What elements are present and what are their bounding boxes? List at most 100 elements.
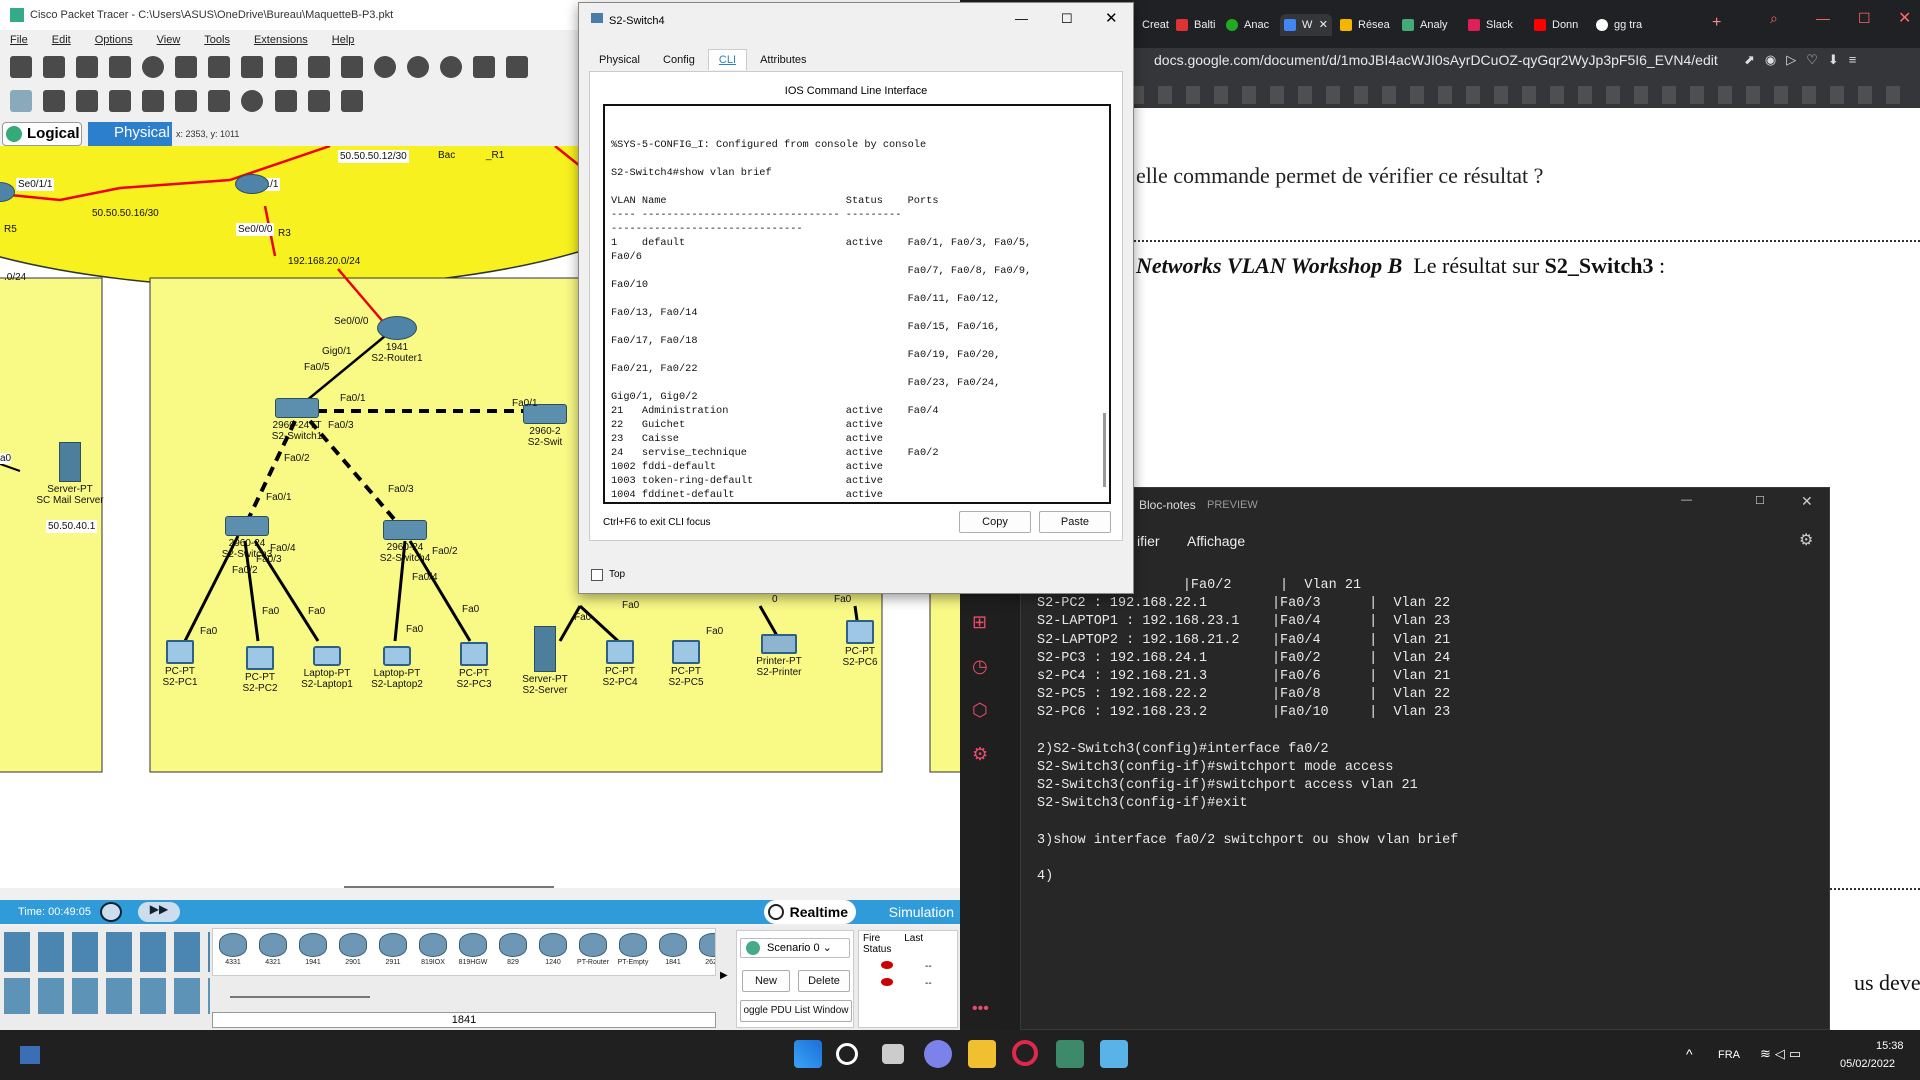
device-model-tile[interactable]: PT-Router <box>575 931 611 971</box>
host-pc4[interactable]: PC-PT S2-PC4 <box>590 640 650 688</box>
simulation-mode-button[interactable]: Simulation <box>862 900 958 924</box>
menu-item-help[interactable]: Help <box>332 34 355 46</box>
side-panel-icons[interactable]: ⊞ ◷ ⬡ ⚙ <box>972 600 988 776</box>
rectangle-icon[interactable] <box>208 90 231 112</box>
menu-item-extensions[interactable]: Extensions <box>254 34 308 46</box>
server-mail[interactable]: Server-PT SC Mail Server <box>30 442 110 506</box>
device-model-tile[interactable]: 4321 <box>255 931 291 971</box>
wizard-icon[interactable] <box>208 56 231 78</box>
select-icon[interactable] <box>10 90 32 112</box>
zoom-in-icon[interactable] <box>373 56 396 78</box>
device-model-scrollbar[interactable] <box>230 996 370 998</box>
menu-item-edit[interactable]: Edit <box>52 34 71 46</box>
chat-icon[interactable] <box>924 1040 952 1068</box>
tray-chevron-icon[interactable]: ^ <box>1686 1046 1693 1062</box>
device-model-tile[interactable]: 2901 <box>335 931 371 971</box>
browser-tab-8[interactable]: Donn <box>1530 14 1590 36</box>
device-model-tile[interactable]: 1941 <box>295 931 331 971</box>
settings-gear-icon[interactable]: ⚙ <box>1799 530 1813 550</box>
menu-item-tools[interactable]: Tools <box>204 34 230 46</box>
info-icon[interactable] <box>142 56 165 78</box>
router-s2-router1[interactable]: 1941 S2-Router1 <box>365 316 429 364</box>
print-icon[interactable] <box>109 56 132 78</box>
menu-item-options[interactable]: Options <box>95 34 133 46</box>
switch-s2-switch4[interactable]: 2960-24 S2-Switch4 <box>370 520 440 564</box>
line-icon[interactable] <box>175 90 198 112</box>
device-model-tile[interactable]: 2620 <box>695 931 715 971</box>
delete-scenario-button[interactable]: Delete <box>798 970 850 992</box>
zoom-reset-icon[interactable] <box>406 56 429 78</box>
new-tab-plus-icon[interactable]: + <box>1712 14 1721 32</box>
tab-cli[interactable]: CLI <box>707 49 748 70</box>
top-checkbox[interactable] <box>591 569 603 581</box>
host-pc3[interactable]: PC-PT S2-PC3 <box>444 642 504 690</box>
browser-tab-7[interactable]: Slack <box>1464 14 1528 36</box>
url-text[interactable]: docs.google.com/document/d/1moJBI4acWJI0… <box>1154 52 1718 68</box>
physical-tab[interactable]: Physical <box>88 122 172 146</box>
search-tabs-icon[interactable]: ⌕ <box>1770 10 1778 27</box>
freeform-icon[interactable] <box>274 90 297 112</box>
host-laptop1[interactable]: Laptop-PT S2-Laptop1 <box>292 646 362 690</box>
browser-tab-2[interactable]: Balti <box>1172 14 1220 36</box>
browser-tab-9[interactable]: gg tra <box>1592 14 1660 36</box>
complex-pdu-icon[interactable] <box>340 90 363 112</box>
close-icon[interactable]: ✕ <box>1801 493 1813 510</box>
device-model-tile[interactable]: 4331 <box>215 931 251 971</box>
host-pc5[interactable]: PC-PT S2-PC5 <box>656 640 716 688</box>
new-scenario-button[interactable]: New <box>742 970 790 992</box>
paste-icon[interactable] <box>274 56 297 78</box>
device-model-tile[interactable]: 829 <box>495 931 531 971</box>
maximize-icon[interactable]: ☐ <box>1061 11 1073 27</box>
maximize-icon[interactable]: ☐ <box>1858 10 1871 27</box>
host-pc1[interactable]: PC-PT S2-PC1 <box>150 640 210 688</box>
host-laptop2[interactable]: Laptop-PT S2-Laptop2 <box>362 646 432 690</box>
browser-tab-5[interactable]: Résea <box>1336 14 1396 36</box>
copy-icon[interactable] <box>241 56 264 78</box>
host-printer[interactable]: Printer-PT S2-Printer <box>744 634 814 678</box>
show-desktop-icon[interactable] <box>20 1046 40 1064</box>
host-pc6[interactable]: PC-PT S2-PC6 <box>830 620 890 668</box>
minimize-icon[interactable]: — <box>1015 11 1028 26</box>
search-icon[interactable] <box>836 1043 858 1065</box>
browser-tab-6[interactable]: Analy <box>1398 14 1462 36</box>
network-info-icon[interactable] <box>175 56 198 78</box>
device-model-tile[interactable]: 1240 <box>535 931 571 971</box>
fast-forward-icon[interactable]: ▶▶ <box>138 902 180 922</box>
file-explorer-icon[interactable] <box>968 1040 996 1068</box>
host-server[interactable]: Server-PT S2-Server <box>510 626 580 696</box>
notepad-taskbar-icon[interactable] <box>1100 1040 1128 1068</box>
opera-icon[interactable] <box>1012 1040 1038 1066</box>
device-model-tile[interactable]: 819HGW <box>455 931 491 971</box>
open-folder-icon[interactable] <box>43 56 66 78</box>
router-r5[interactable] <box>0 182 20 204</box>
browser-tab-3[interactable]: Anac <box>1222 14 1278 36</box>
task-view-icon[interactable] <box>882 1044 904 1064</box>
pdu-fire-dot-icon[interactable] <box>881 978 893 986</box>
bookmark-icons[interactable] <box>1130 86 1910 104</box>
save-icon[interactable] <box>76 56 99 78</box>
clock-time[interactable]: 15:38 <box>1876 1040 1904 1052</box>
device-model-tile[interactable]: PT-Empty <box>615 931 651 971</box>
horizontal-scrollbar[interactable] <box>344 886 554 888</box>
cli-scrollbar[interactable] <box>1103 413 1106 487</box>
menu-item-view[interactable]: View <box>157 34 181 46</box>
zoom-out-icon[interactable] <box>439 56 462 78</box>
device-model-tile[interactable]: 2911 <box>375 931 411 971</box>
drawing-palette-icon[interactable] <box>472 56 495 78</box>
copy-button[interactable]: Copy <box>959 511 1031 533</box>
router-r3[interactable] <box>222 174 282 196</box>
close-window-icon[interactable]: ✕ <box>1898 8 1911 28</box>
packet-tracer-taskbar-icon[interactable] <box>1056 1040 1084 1068</box>
switch-s2-switch1[interactable]: 2960-24TT S2-Switch1 <box>262 398 332 442</box>
custom-device-icon[interactable] <box>505 56 528 78</box>
maximize-icon[interactable]: ☐ <box>1755 494 1765 507</box>
start-windows-icon[interactable] <box>794 1040 822 1068</box>
simple-pdu-icon[interactable] <box>307 90 330 112</box>
notepad-menu-edit[interactable]: ifier <box>1137 533 1160 549</box>
delete-icon[interactable] <box>76 90 99 112</box>
paste-button[interactable]: Paste <box>1039 511 1111 533</box>
language-indicator[interactable]: FRA <box>1718 1049 1740 1061</box>
minimize-icon[interactable]: — <box>1681 494 1692 506</box>
pdu-fire-dot-icon[interactable] <box>881 961 893 969</box>
close-icon[interactable]: ✕ <box>1319 14 1328 36</box>
